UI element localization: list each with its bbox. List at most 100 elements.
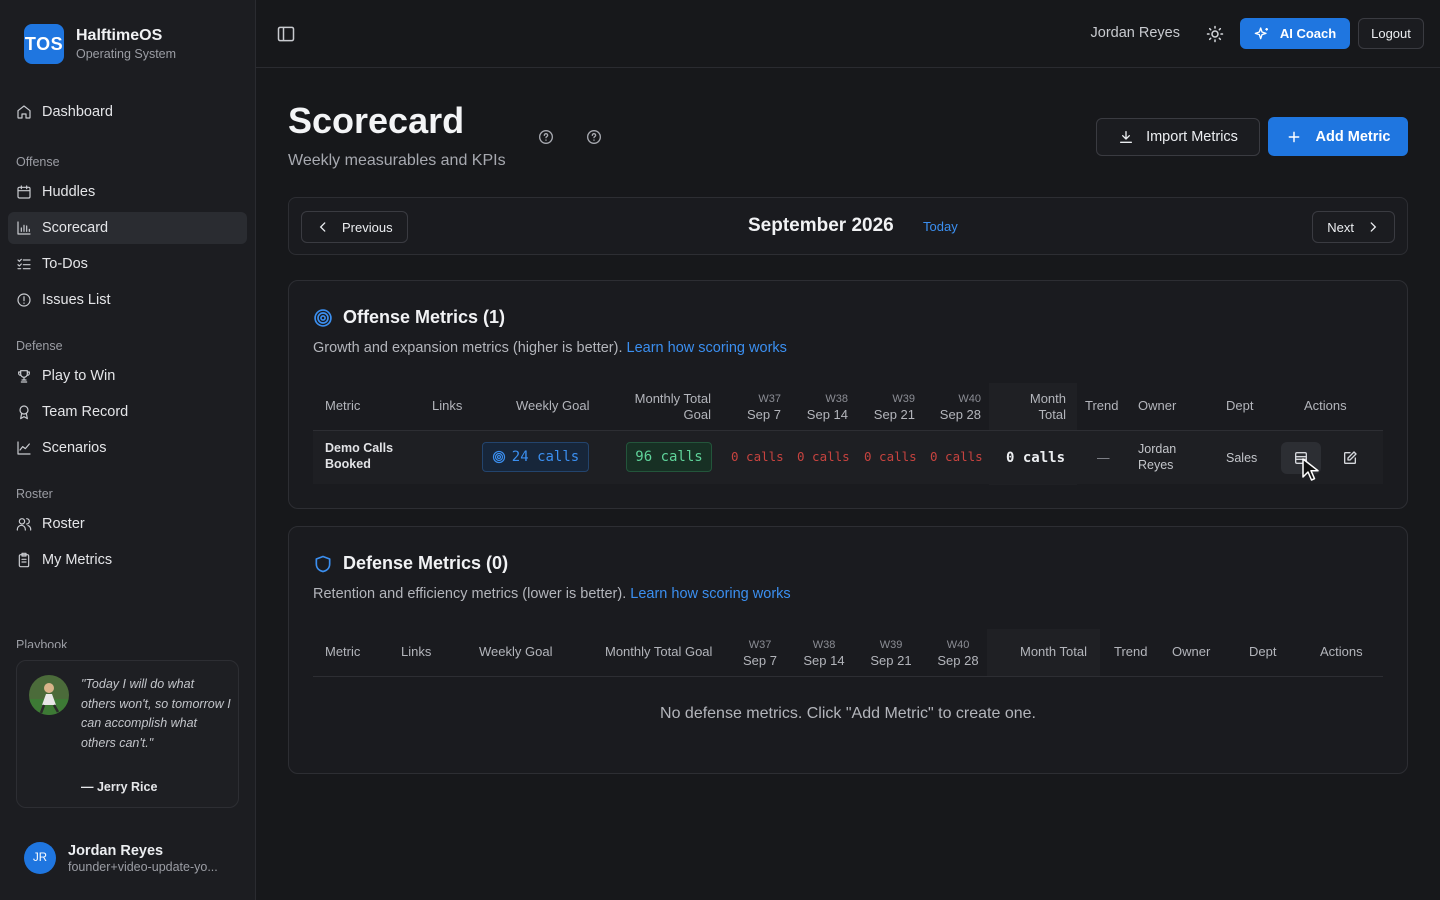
col-w39: W39 Sep 21: [859, 391, 915, 423]
col-w37-date: Sep 7: [747, 407, 781, 422]
sidebar-section-defense: Defense: [16, 339, 63, 353]
col-w39-date: Sep 21: [870, 653, 912, 668]
col-w39-week: W39: [879, 639, 903, 651]
sidebar-item-todos[interactable]: To-Dos: [8, 248, 247, 280]
next-month-button[interactable]: Next: [1312, 211, 1395, 243]
page-subtitle: Weekly measurables and KPIs: [288, 152, 506, 169]
col-dept: Dept: [1226, 398, 1254, 413]
col-trend: Trend: [1085, 398, 1119, 413]
col-w40-date: Sep 28: [939, 407, 981, 422]
sidebar-item-team-record[interactable]: Team Record: [8, 396, 247, 428]
col-monthly-goal-l2: Goal: [683, 407, 711, 422]
shield-icon: [315, 555, 331, 572]
sidebar: TOS HalftimeOS Operating System Dashboar…: [0, 0, 256, 900]
quote-avatar: [29, 675, 69, 715]
sidebar-item-label: Dashboard: [42, 104, 113, 120]
user-name: Jordan Reyes: [68, 842, 164, 859]
checklist-icon: [17, 258, 31, 270]
sidebar-item-issues-list[interactable]: Issues List: [8, 284, 247, 316]
help-icon[interactable]: [586, 129, 602, 145]
col-w38-date: Sep 14: [803, 653, 845, 668]
sparkles-icon: [1254, 26, 1268, 39]
offense-card-title: Offense Metrics (1): [313, 307, 505, 328]
learn-scoring-link[interactable]: Learn how scoring works: [627, 340, 787, 356]
ai-coach-label: AI Coach: [1279, 26, 1337, 41]
col-w38-date: Sep 14: [806, 407, 848, 422]
col-monthly-goal-l1: Monthly Total: [634, 391, 711, 406]
sidebar-item-scenarios[interactable]: Scenarios: [8, 432, 247, 464]
col-month-total: Month Total: [1020, 644, 1087, 659]
bar-chart-icon: [17, 221, 31, 235]
sidebar-item-play-to-win[interactable]: Play to Win: [8, 360, 247, 392]
col-w37-week: W37: [748, 639, 772, 651]
owner-name-l2: Reyes: [1138, 458, 1174, 472]
defense-metrics-card: Defense Metrics (0) Retention and effici…: [288, 526, 1408, 774]
home-icon: [17, 105, 31, 119]
week-value-w40[interactable]: 0 calls: [930, 449, 983, 464]
previous-month-button[interactable]: Previous: [301, 211, 408, 243]
avatar: JR: [24, 842, 56, 874]
quote-author: — Jerry Rice: [81, 780, 158, 794]
brand-name: HalftimeOS: [76, 27, 163, 44]
learn-scoring-link[interactable]: Learn how scoring works: [630, 586, 790, 602]
quote-text: "Today I will do what others won't, so t…: [81, 677, 231, 750]
offense-description: Growth and expansion metrics (higher is …: [313, 340, 787, 356]
col-monthly-goal: Monthly Total Goal: [605, 644, 713, 659]
col-w38-week: W38: [812, 639, 836, 651]
monthly-goal-badge: 96 calls: [626, 442, 712, 472]
alert-circle-icon: [17, 293, 31, 307]
sidebar-section-offense: Offense: [16, 155, 60, 169]
week-value-w37[interactable]: 0 calls: [731, 449, 784, 464]
offense-metrics-card: Offense Metrics (1) Growth and expansion…: [288, 280, 1408, 509]
chevron-left-icon: [319, 222, 326, 232]
sidebar-item-label: To-Dos: [42, 256, 88, 272]
sidebar-item-huddles[interactable]: Huddles: [8, 176, 247, 208]
col-actions: Actions: [1320, 644, 1363, 659]
sidebar-item-my-metrics[interactable]: My Metrics: [8, 544, 247, 576]
ai-coach-button[interactable]: AI Coach: [1240, 18, 1350, 49]
user-email: founder+video-update-yo...: [68, 859, 218, 874]
sidebar-item-dashboard[interactable]: Dashboard: [8, 96, 247, 128]
user-profile[interactable]: JR Jordan Reyes founder+video-update-yo.…: [24, 842, 218, 874]
page-title: Scorecard: [288, 100, 465, 141]
week-value-w38[interactable]: 0 calls: [797, 449, 850, 464]
metric-name: Demo Calls Booked: [325, 440, 393, 472]
add-metric-button[interactable]: Add Metric: [1268, 117, 1408, 156]
col-w40-date: Sep 28: [937, 653, 979, 668]
trophy-icon: [18, 370, 30, 383]
today-link[interactable]: Today: [923, 219, 958, 234]
col-metric: Metric: [325, 398, 361, 413]
sidebar-item-label: Team Record: [42, 404, 129, 420]
col-w37: W37 Sep 7: [737, 637, 783, 669]
sidebar-item-scorecard[interactable]: Scorecard: [8, 212, 247, 244]
edit-action-button[interactable]: [1330, 442, 1370, 474]
logout-button[interactable]: Logout: [1358, 18, 1424, 49]
col-w39: W39 Sep 21: [865, 637, 917, 669]
next-label: Next: [1327, 219, 1354, 235]
col-links: Links: [401, 644, 432, 659]
sidebar-nav: Dashboard Offense Huddles Scorecard To-D…: [8, 96, 247, 580]
col-actions: Actions: [1304, 398, 1347, 413]
col-w38: W38 Sep 14: [798, 637, 850, 669]
current-month: September 2026: [748, 215, 894, 236]
month-navigator: Previous September 2026 Today Next: [288, 197, 1408, 255]
defense-card-title: Defense Metrics (0): [313, 553, 508, 574]
col-w39-date: Sep 21: [873, 407, 915, 422]
week-value-w39[interactable]: 0 calls: [864, 449, 917, 464]
col-trend: Trend: [1114, 644, 1148, 659]
sidebar-toggle-icon[interactable]: [276, 24, 296, 44]
calendar-icon: [17, 185, 31, 199]
col-owner: Owner: [1172, 644, 1211, 659]
weekly-goal-value: 24 calls: [511, 449, 580, 465]
import-metrics-button[interactable]: Import Metrics: [1096, 118, 1260, 156]
col-w38: W38 Sep 14: [793, 391, 848, 423]
target-icon: [314, 308, 332, 327]
metric-name-l2: Booked: [325, 457, 371, 471]
weekly-goal-badge: 24 calls: [482, 442, 589, 472]
brand[interactable]: TOS HalftimeOS Operating System: [24, 24, 176, 64]
help-icon[interactable]: [538, 129, 554, 145]
defense-description: Retention and efficiency metrics (lower …: [313, 586, 791, 602]
month-total-value: 0 calls: [1006, 450, 1066, 466]
sidebar-item-roster[interactable]: Roster: [8, 508, 247, 540]
sun-icon[interactable]: [1206, 25, 1224, 43]
